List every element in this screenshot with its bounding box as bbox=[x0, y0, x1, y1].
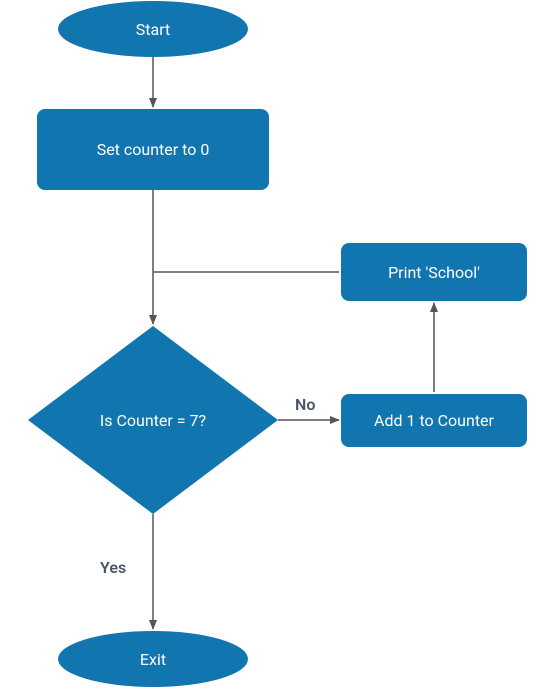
exit-text: Exit bbox=[140, 650, 166, 669]
add-counter-node: Add 1 to Counter bbox=[341, 394, 527, 447]
yes-edge-label: Yes bbox=[100, 558, 126, 577]
decision-text: Is Counter = 7? bbox=[100, 411, 206, 430]
exit-label: Exit bbox=[58, 631, 248, 687]
set-counter-text: Set counter to 0 bbox=[97, 140, 210, 159]
print-school-text: Print 'School' bbox=[388, 263, 480, 282]
add-counter-text: Add 1 to Counter bbox=[374, 411, 494, 430]
print-school-node: Print 'School' bbox=[341, 243, 527, 301]
decision-label: Is Counter = 7? bbox=[28, 326, 278, 514]
start-text: Start bbox=[136, 20, 170, 39]
no-edge-label: No bbox=[295, 395, 315, 414]
start-label: Start bbox=[58, 1, 248, 57]
set-counter-node: Set counter to 0 bbox=[37, 109, 269, 190]
